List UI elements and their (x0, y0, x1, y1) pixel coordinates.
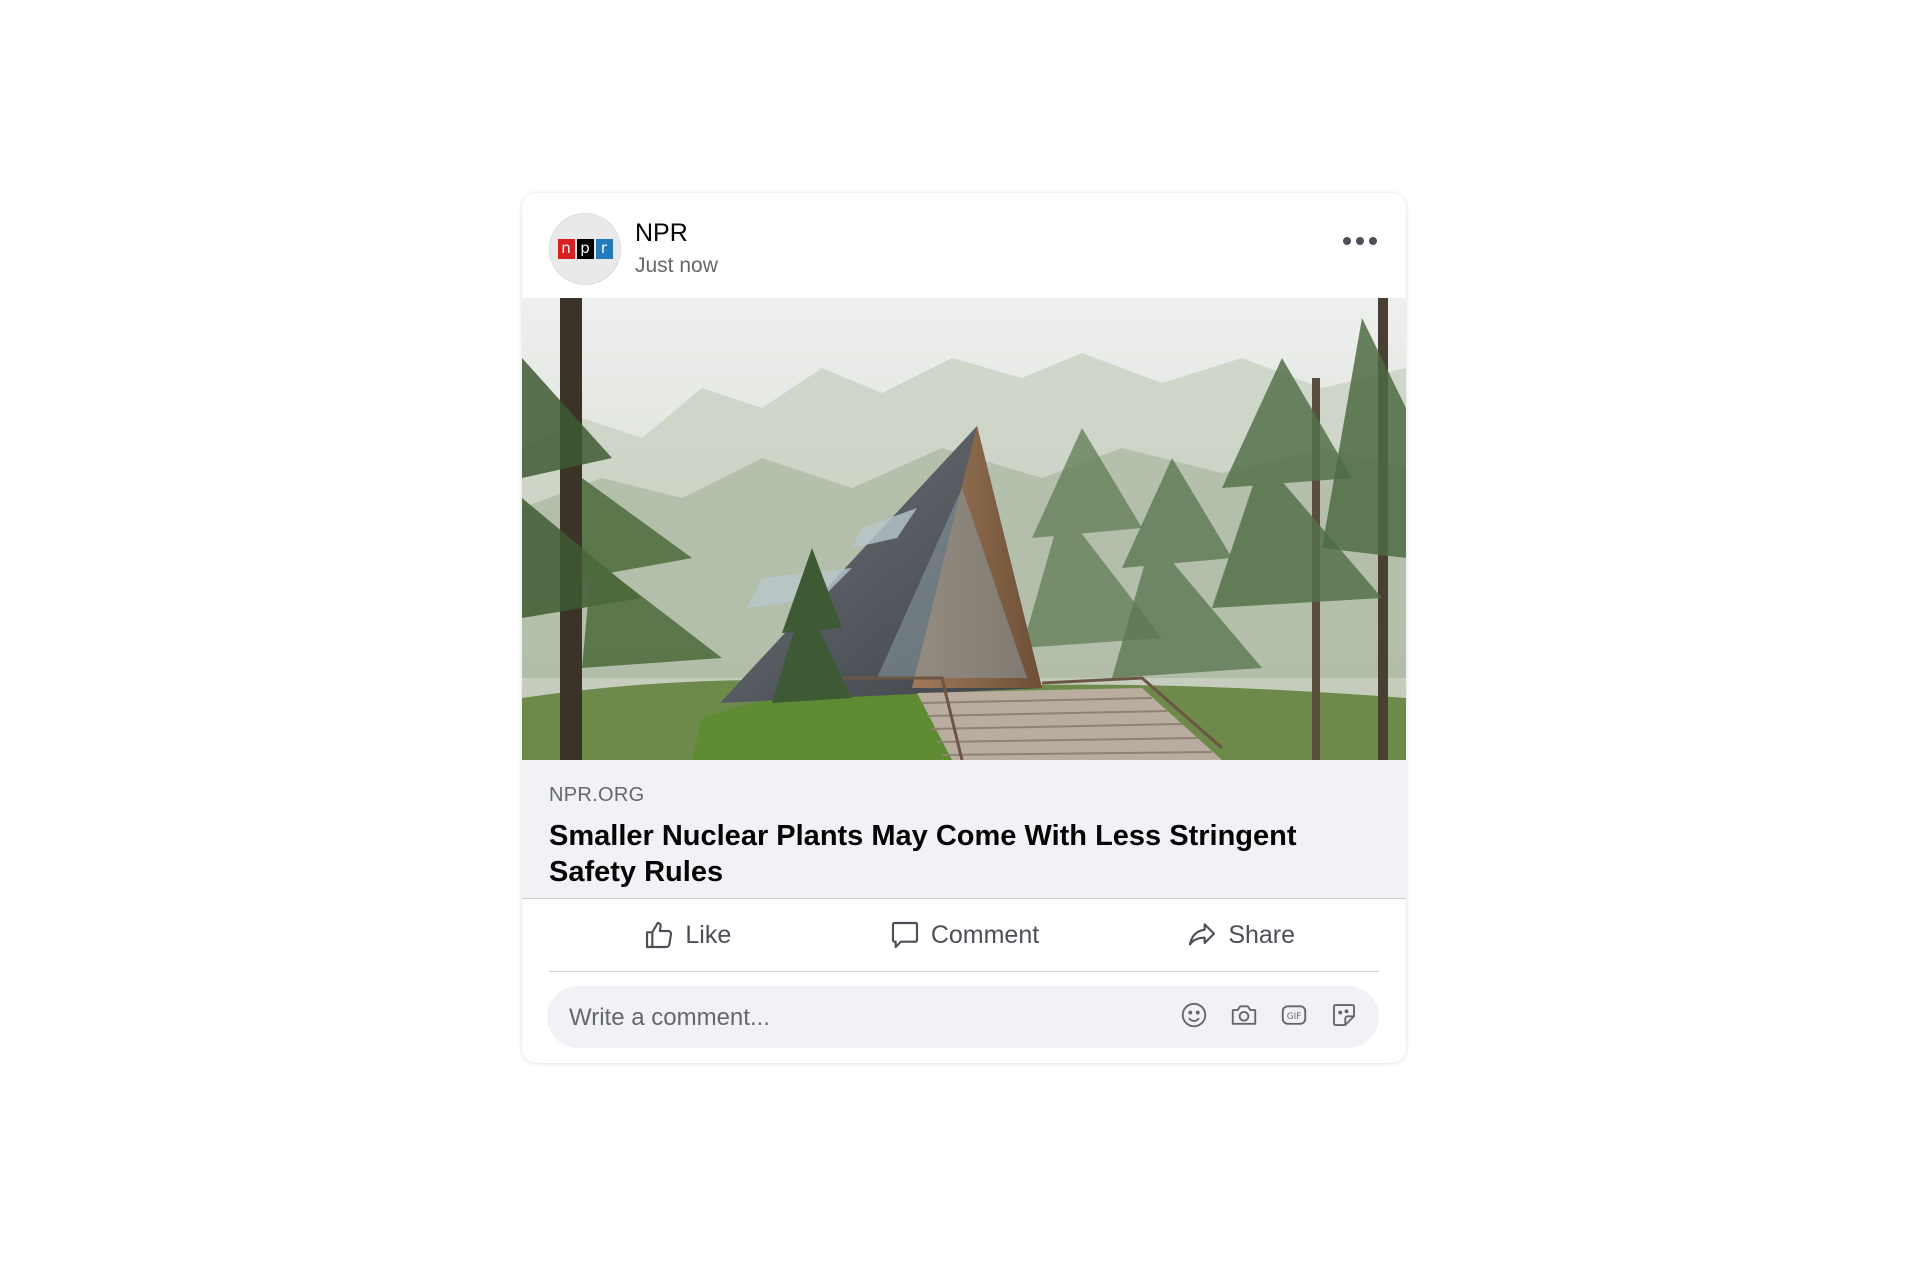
comment-label: Comment (930, 920, 1040, 949)
page-avatar[interactable]: n p r (549, 213, 621, 285)
link-preview[interactable]: NPR.ORG Smaller Nuclear Plants May Come … (522, 760, 1406, 899)
like-label: Like (685, 920, 732, 949)
gif-icon[interactable]: GIF (1279, 1000, 1309, 1030)
comment-bubble-icon (891, 921, 918, 949)
svg-text:GIF: GIF (1287, 1012, 1301, 1022)
npr-logo: n p r (557, 239, 613, 259)
more-dot-icon (1343, 237, 1351, 245)
comment-tools: GIF (1179, 1000, 1359, 1030)
logo-letter-n: n (557, 239, 575, 259)
comment-input[interactable] (567, 986, 1131, 1050)
emoji-icon[interactable] (1179, 1000, 1209, 1030)
logo-letter-r: r (595, 239, 613, 259)
more-options-button[interactable] (1338, 227, 1382, 255)
link-domain: NPR.ORG (549, 784, 645, 806)
article-image[interactable] (522, 298, 1406, 760)
comment-composer: GIF (547, 986, 1379, 1050)
sticker-icon[interactable] (1329, 1000, 1359, 1030)
link-title: Smaller Nuclear Plants May Come With Les… (549, 820, 1297, 888)
share-button[interactable]: Share (1102, 899, 1379, 971)
camera-icon[interactable] (1229, 1000, 1259, 1030)
thumbs-up-icon (646, 921, 673, 949)
comment-button[interactable]: Comment (826, 899, 1103, 971)
post-timestamp[interactable]: Just now (635, 254, 718, 278)
post-header: n p r NPR Just now (522, 193, 1406, 298)
more-dot-icon (1356, 237, 1364, 245)
logo-letter-p: p (576, 239, 594, 259)
page-name[interactable]: NPR (635, 219, 688, 248)
share-arrow-icon (1189, 923, 1216, 946)
more-dot-icon (1369, 237, 1377, 245)
like-button[interactable]: Like (549, 899, 826, 971)
post-card: n p r NPR Just now NPR.ORG Smaller Nucle… (522, 193, 1406, 1063)
post-actions: Like Comment Share (549, 899, 1379, 972)
share-label: Share (1228, 920, 1296, 949)
